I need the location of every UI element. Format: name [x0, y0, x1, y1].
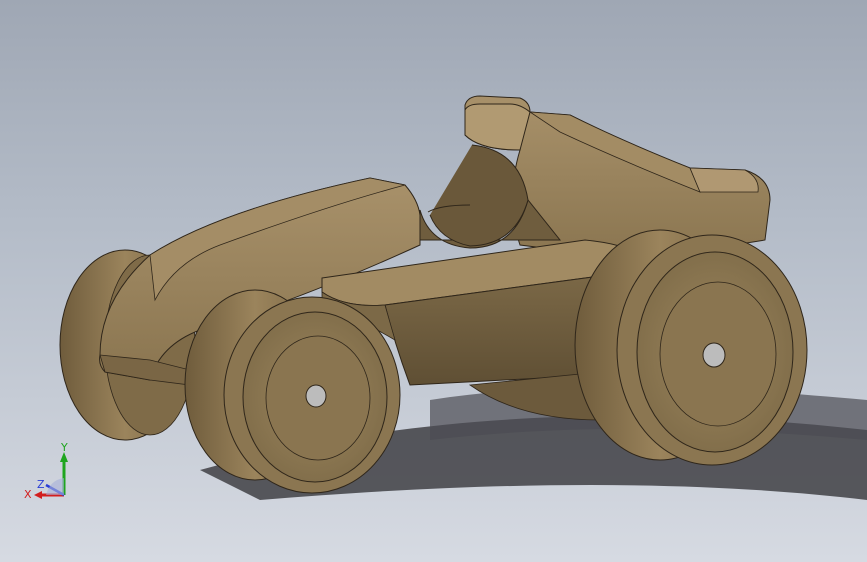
front-right-wheel: [574, 229, 808, 466]
car-model-render[interactable]: [0, 0, 867, 562]
x-axis-label: X: [24, 488, 32, 501]
z-axis-label: Z: [37, 478, 45, 491]
front-left-wheel: [184, 289, 401, 494]
x-axis-arrow-icon: [34, 491, 42, 499]
graphics-viewport[interactable]: X Y Z: [0, 0, 867, 562]
coordinate-triad[interactable]: X Y Z: [20, 440, 80, 510]
y-axis-label: Y: [60, 441, 68, 454]
